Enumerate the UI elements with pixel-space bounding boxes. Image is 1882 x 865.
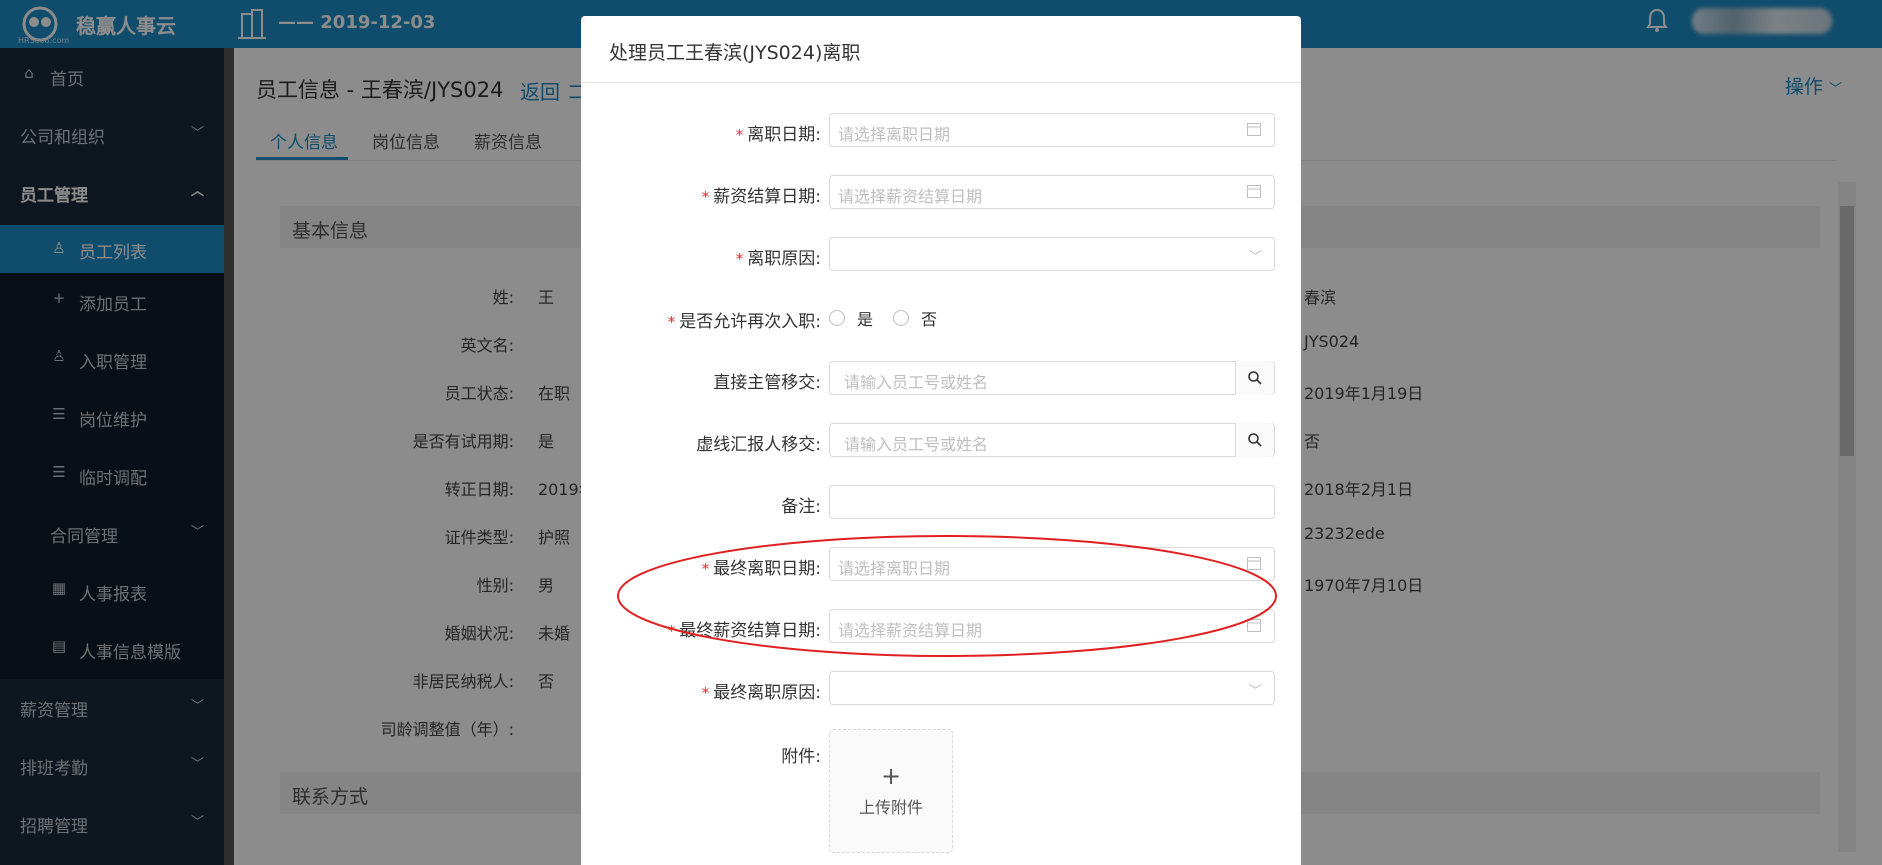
calendar-icon: [1247, 557, 1261, 570]
form-label-remark: 备注:: [781, 492, 821, 517]
dotted-transfer-input[interactable]: 请输入员工号或姓名: [829, 423, 1275, 457]
rehire-no-radio[interactable]: [893, 310, 909, 326]
remark-input[interactable]: [829, 485, 1275, 519]
required-mark: *: [701, 560, 710, 578]
label-text: 最终离职日期:: [713, 559, 821, 579]
form-label-leave-reason: * 离职原因:: [736, 244, 821, 269]
final-reason-select[interactable]: ﹀: [829, 671, 1275, 705]
rehire-yes-radio[interactable]: [829, 310, 845, 326]
form-label-rehire: * 是否允许再次入职:: [668, 307, 821, 332]
placeholder: 请选择离职日期: [838, 125, 951, 144]
label-text: 薪资结算日期:: [713, 187, 821, 207]
chevron-down-icon: ﹀: [1248, 684, 1262, 699]
form-label-final-salary-date: * 最终薪资结算日期:: [668, 616, 821, 641]
rehire-no-label[interactable]: 否: [921, 306, 937, 330]
label-text: 虚线汇报人移交:: [696, 435, 821, 455]
placeholder: 请选择薪资结算日期: [838, 187, 983, 206]
label-text: 备注:: [781, 497, 821, 517]
calendar-icon: [1247, 123, 1261, 136]
chevron-down-icon: ﹀: [1248, 250, 1262, 265]
label-text: 附件:: [781, 747, 821, 767]
form-label-manager-transfer: 直接主管移交:: [713, 368, 821, 393]
resignation-modal: 处理员工王春滨(JYS024)离职 * 离职日期: 请选择离职日期 * 薪资结算日期…: [581, 16, 1301, 865]
required-mark: *: [701, 188, 710, 206]
required-mark: *: [701, 684, 710, 702]
leave-reason-select[interactable]: ﹀: [829, 237, 1275, 271]
manager-transfer-input[interactable]: 请输入员工号或姓名: [829, 361, 1275, 395]
leave-date-picker[interactable]: 请选择离职日期: [829, 113, 1275, 147]
label-text: 最终离职原因:: [713, 683, 821, 703]
search-icon: [1248, 433, 1262, 447]
search-button[interactable]: [1235, 423, 1274, 457]
label-text: 离职原因:: [747, 249, 821, 269]
label-text: 离职日期:: [747, 125, 821, 145]
upload-attachment-button[interactable]: + 上传附件: [829, 729, 953, 853]
final-leave-date-picker[interactable]: 请选择离职日期: [829, 547, 1275, 581]
label-text: 最终薪资结算日期:: [679, 621, 821, 641]
form-label-salary-date: * 薪资结算日期:: [702, 182, 821, 207]
required-mark: *: [667, 622, 676, 640]
calendar-icon: [1247, 185, 1261, 198]
form-label-leave-date: * 离职日期:: [736, 120, 821, 145]
placeholder: 请选择薪资结算日期: [838, 621, 983, 640]
placeholder: 请选择离职日期: [838, 559, 951, 578]
label-text: 直接主管移交:: [713, 373, 821, 393]
modal-header: 处理员工王春滨(JYS024)离职: [581, 16, 1301, 83]
form-label-final-reason: * 最终离职原因:: [702, 678, 821, 703]
rehire-yes-label[interactable]: 是: [857, 306, 873, 330]
form-label-attachment: 附件:: [781, 742, 821, 767]
calendar-icon: [1247, 619, 1261, 632]
required-mark: *: [667, 313, 676, 331]
plus-icon: +: [880, 762, 902, 790]
form-label-final-leave-date: * 最终离职日期:: [702, 554, 821, 579]
modal-title: 处理员工王春滨(JYS024)离职: [609, 42, 861, 64]
placeholder: 请输入员工号或姓名: [844, 373, 989, 392]
required-mark: *: [735, 126, 744, 144]
salary-date-picker[interactable]: 请选择薪资结算日期: [829, 175, 1275, 209]
search-icon: [1248, 371, 1262, 385]
placeholder: 请输入员工号或姓名: [844, 435, 989, 454]
search-button[interactable]: [1235, 361, 1274, 395]
form-label-dotted-transfer: 虚线汇报人移交:: [696, 430, 821, 455]
final-salary-date-picker[interactable]: 请选择薪资结算日期: [829, 609, 1275, 643]
label-text: 是否允许再次入职:: [679, 312, 821, 332]
required-mark: *: [735, 250, 744, 268]
upload-label: 上传附件: [858, 798, 923, 817]
